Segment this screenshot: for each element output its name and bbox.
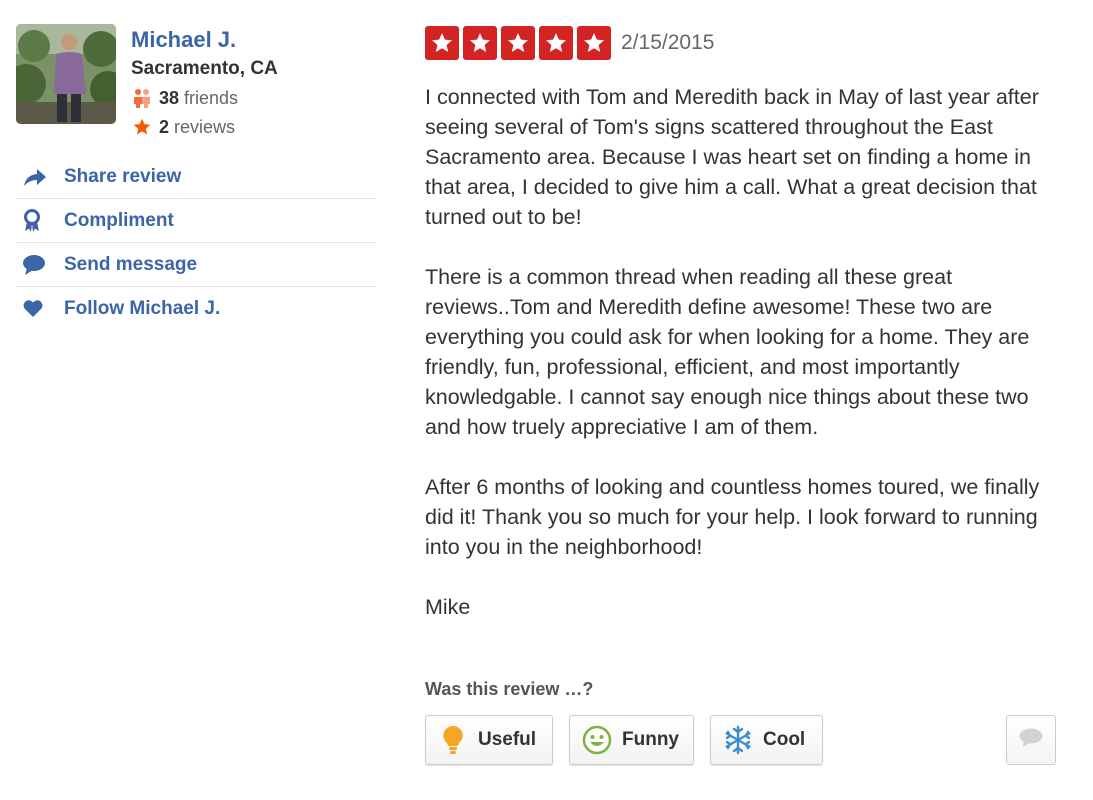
ribbon-icon bbox=[22, 208, 60, 233]
cool-label: Cool bbox=[763, 729, 806, 750]
review-text: I connected with Tom and Meredith back i… bbox=[425, 82, 1065, 622]
useful-label: Useful bbox=[478, 729, 537, 750]
share-review-label: Share review bbox=[64, 165, 182, 187]
vote-buttons: Useful Funny Cool bbox=[425, 715, 823, 765]
reviews-stat: 2 reviews bbox=[131, 115, 376, 139]
funny-label: Funny bbox=[622, 729, 679, 750]
follow-user-label: Follow Michael J. bbox=[64, 298, 221, 319]
star-icon bbox=[425, 26, 459, 60]
friends-icon bbox=[131, 87, 153, 109]
friends-stat: 38 friends bbox=[131, 86, 376, 110]
user-actions: Share review Compliment Send message Fol… bbox=[16, 155, 376, 331]
review-paragraph: There is a common thread when reading al… bbox=[425, 265, 1030, 439]
friends-label: friends bbox=[184, 88, 239, 108]
reviews-count: 2 bbox=[159, 117, 170, 137]
funny-button[interactable]: Funny bbox=[569, 715, 694, 765]
friends-count: 38 bbox=[159, 88, 180, 108]
star-rating bbox=[425, 26, 611, 60]
reviews-label: reviews bbox=[174, 117, 236, 137]
star-icon bbox=[501, 26, 535, 60]
snowflake-icon bbox=[723, 725, 753, 755]
compliment-label: Compliment bbox=[64, 209, 174, 231]
review-signature: Mike bbox=[425, 595, 471, 619]
useful-button[interactable]: Useful bbox=[425, 715, 553, 765]
speech-bubble-icon bbox=[22, 254, 60, 276]
lightbulb-icon bbox=[438, 725, 468, 755]
review-date: 2/15/2015 bbox=[621, 31, 715, 54]
send-message-label: Send message bbox=[64, 253, 198, 275]
send-message-action[interactable]: Send message bbox=[16, 243, 376, 287]
user-photo-icon bbox=[16, 24, 116, 124]
speech-bubble-icon bbox=[1018, 727, 1044, 754]
follow-user-action[interactable]: Follow Michael J. bbox=[16, 287, 376, 331]
review-content: 2/15/2015 I connected with Tom and Mered… bbox=[425, 24, 1065, 765]
rating-row: 2/15/2015 bbox=[425, 24, 1065, 62]
review-paragraph: I connected with Tom and Meredith back i… bbox=[425, 85, 1039, 229]
star-icon bbox=[463, 26, 497, 60]
vote-prompt: Was this review …? bbox=[425, 679, 594, 699]
comment-button[interactable] bbox=[1006, 715, 1056, 765]
share-arrow-icon bbox=[22, 166, 60, 188]
review-page: Michael J. Sacramento, CA 38 friends 2 r… bbox=[0, 0, 1093, 800]
star-icon bbox=[131, 116, 153, 138]
heart-icon bbox=[22, 299, 60, 319]
star-icon bbox=[539, 26, 573, 60]
compliment-action[interactable]: Compliment bbox=[16, 199, 376, 243]
user-info: Michael J. Sacramento, CA 38 friends 2 r… bbox=[131, 24, 376, 139]
review-paragraph: After 6 months of looking and countless … bbox=[425, 475, 1040, 559]
cool-button[interactable]: Cool bbox=[710, 715, 823, 765]
user-location: Sacramento, CA bbox=[131, 58, 278, 79]
star-icon bbox=[577, 26, 611, 60]
user-name-link[interactable]: Michael J. bbox=[131, 26, 376, 54]
avatar[interactable] bbox=[16, 24, 116, 124]
share-review-action[interactable]: Share review bbox=[16, 155, 376, 199]
smiley-icon bbox=[582, 725, 612, 755]
